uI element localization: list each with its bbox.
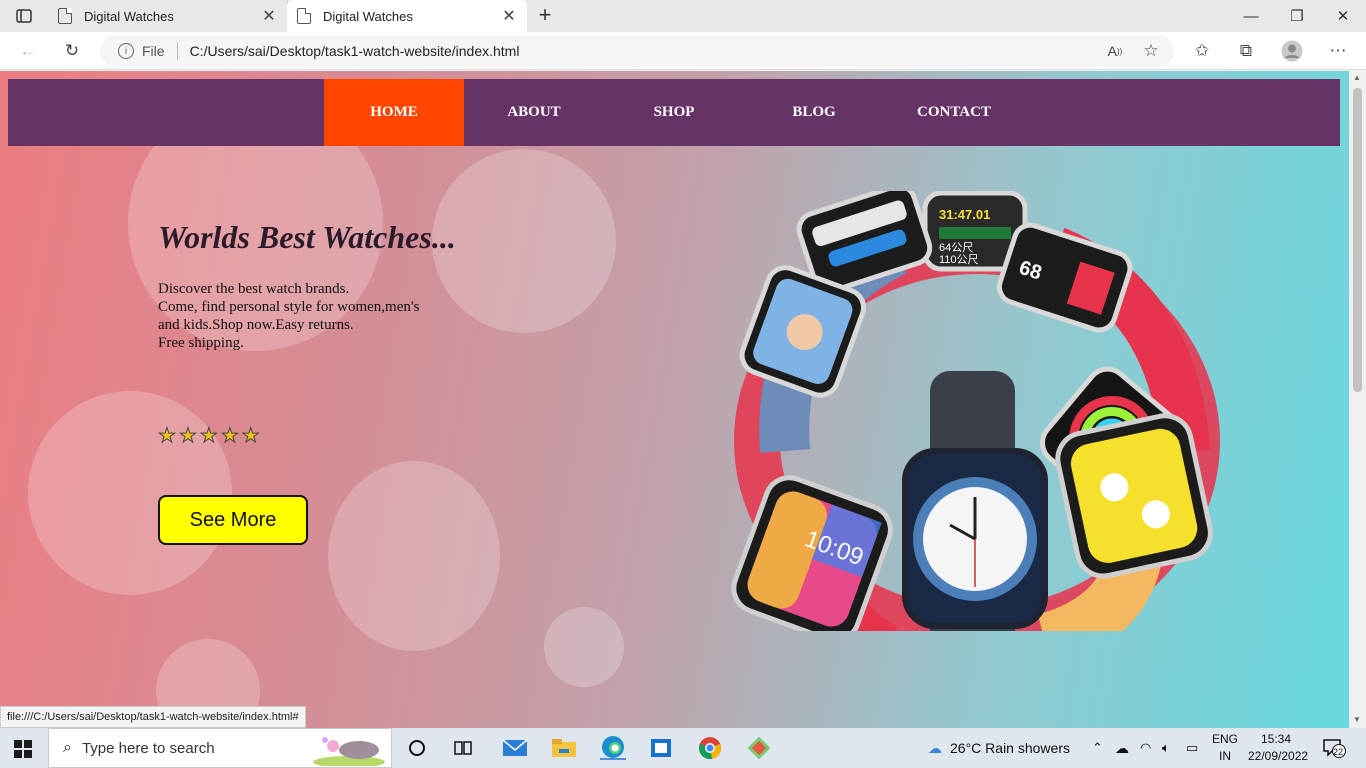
start-icon[interactable] [14, 740, 32, 758]
hero-line: Come, find personal style for women,men'… [158, 299, 420, 315]
task-view-icon[interactable] [451, 736, 477, 760]
language-region: IN [1219, 749, 1231, 763]
profile-avatar[interactable] [1279, 39, 1305, 63]
taskbar-search[interactable]: ⌕ Type here to search [48, 728, 392, 768]
hero-title: Worlds Best Watches... [158, 219, 456, 255]
wifi-icon[interactable]: ◠ [1140, 728, 1151, 768]
star-icon: ★ [220, 425, 239, 448]
nav-shop[interactable]: SHOP [604, 79, 744, 146]
main-nav: HOME ABOUT SHOP BLOG CONTACT [8, 79, 1340, 146]
see-more-button[interactable]: See More [158, 495, 308, 545]
vertical-scrollbar[interactable]: ▲ ▼ [1349, 71, 1366, 728]
minimize-icon[interactable]: — [1228, 0, 1274, 32]
tab-strip: Digital Watches ✕ Digital Watches ✕ + — … [0, 0, 1366, 32]
language-code: ENG [1212, 732, 1239, 746]
page-icon [58, 8, 72, 24]
star-icon: ★ [178, 425, 197, 448]
battery-icon[interactable]: ▭ [1186, 728, 1198, 768]
watch-collage-image: 31:47.01 64公尺 110公尺 68 10:09 [731, 191, 1220, 631]
watch-face-text: 110公尺 [939, 254, 979, 266]
refresh-icon[interactable]: ↻ [59, 39, 85, 63]
nav-home[interactable]: HOME [324, 79, 464, 146]
tab-digital-watches-1[interactable]: Digital Watches ✕ [48, 0, 288, 32]
status-link-preview: file:///C:/Users/sai/Desktop/task1-watch… [0, 706, 306, 728]
decor-bubble [28, 391, 232, 595]
address-bar[interactable]: i File C:/Users/sai/Desktop/task1-watch-… [100, 35, 1174, 67]
tab-title: Digital Watches [323, 8, 413, 24]
weather-icon: ☁ [928, 739, 942, 756]
hero-line: Free shipping. [158, 335, 244, 351]
new-tab-icon[interactable]: + [534, 4, 556, 26]
info-icon[interactable]: i [118, 43, 134, 59]
mail-icon[interactable] [502, 736, 528, 760]
star-icon: ★ [199, 425, 218, 448]
weather-text: 26°C Rain showers [950, 740, 1070, 756]
search-icon: ⌕ [63, 739, 72, 756]
notification-count: 22 [1333, 747, 1344, 757]
tab-close-icon[interactable]: ✕ [501, 6, 517, 26]
search-placeholder: Type here to search [81, 739, 215, 757]
hero-line: Discover the best watch brands. [158, 281, 350, 297]
browser-toolbar: ← ↻ i File C:/Users/sai/Desktop/task1-wa… [0, 32, 1366, 70]
tab-close-icon[interactable]: ✕ [261, 6, 277, 26]
decor-bubble [432, 149, 616, 333]
search-highlight-icon [313, 737, 385, 766]
show-hidden-icons-icon[interactable]: ⌃ [1092, 728, 1103, 768]
store-icon[interactable] [648, 736, 674, 760]
windows-taskbar: ⌕ Type here to search ☁ 26°C Rain shower… [0, 728, 1366, 768]
address-url[interactable]: C:/Users/sai/Desktop/task1-watch-website… [190, 43, 520, 59]
git-app-icon[interactable] [746, 736, 772, 760]
weather-widget[interactable]: ☁ 26°C Rain showers [928, 728, 1070, 768]
page-viewport: HOME ABOUT SHOP BLOG CONTACT Worlds Best… [0, 71, 1349, 728]
decor-bubble [328, 461, 500, 651]
rating-stars: ★ ★ ★ ★ ★ [158, 425, 261, 448]
favorites-icon[interactable]: ✩ [1189, 39, 1215, 63]
watch-face-text: 64公尺 [939, 242, 973, 254]
tab-title: Digital Watches [84, 8, 174, 24]
system-clock[interactable]: 15:34 22/09/2022 [1248, 731, 1309, 765]
restore-icon[interactable]: ❐ [1274, 0, 1320, 32]
nav-about[interactable]: ABOUT [464, 79, 604, 146]
tab-actions-icon[interactable] [8, 4, 40, 28]
back-icon[interactable]: ← [15, 39, 41, 63]
hero-description: Discover the best watch brands. Come, fi… [158, 280, 458, 352]
collections-icon[interactable]: ⧉ [1233, 39, 1259, 63]
clock-time: 15:34 [1260, 732, 1292, 746]
edge-icon[interactable] [600, 736, 626, 760]
chrome-icon[interactable] [697, 736, 723, 760]
close-window-icon[interactable]: ✕ [1320, 0, 1366, 32]
volume-icon[interactable]: 🔈︎ [1162, 728, 1170, 768]
scroll-up-icon[interactable]: ▲ [1353, 73, 1361, 82]
star-icon: ★ [158, 425, 177, 448]
clock-date: 22/09/2022 [1248, 749, 1309, 763]
nav-blog[interactable]: BLOG [744, 79, 884, 146]
tab-digital-watches-2[interactable]: Digital Watches ✕ [287, 0, 527, 32]
more-menu-icon[interactable]: ⋯ [1325, 39, 1351, 63]
file-explorer-icon[interactable] [551, 736, 577, 760]
language-indicator[interactable]: ENG IN [1212, 731, 1238, 765]
hero-line: and kids.Shop now.Easy returns. [158, 317, 354, 333]
watch-face-text: 31:47.01 [939, 207, 990, 222]
decor-bubble [544, 607, 624, 687]
cortana-icon[interactable] [404, 736, 430, 760]
address-scheme: File [142, 43, 165, 59]
read-aloud-icon[interactable]: A)) [1102, 39, 1128, 63]
address-separator [176, 42, 178, 60]
scrollbar-thumb[interactable] [1353, 88, 1362, 392]
page-icon [297, 8, 311, 24]
star-icon: ★ [241, 425, 260, 448]
onedrive-icon[interactable]: ☁ [1115, 728, 1129, 768]
notifications-icon[interactable]: 22 [1322, 738, 1346, 758]
add-favorite-icon[interactable]: ☆ [1138, 39, 1164, 63]
scroll-down-icon[interactable]: ▼ [1353, 715, 1361, 724]
nav-contact[interactable]: CONTACT [884, 79, 1024, 146]
